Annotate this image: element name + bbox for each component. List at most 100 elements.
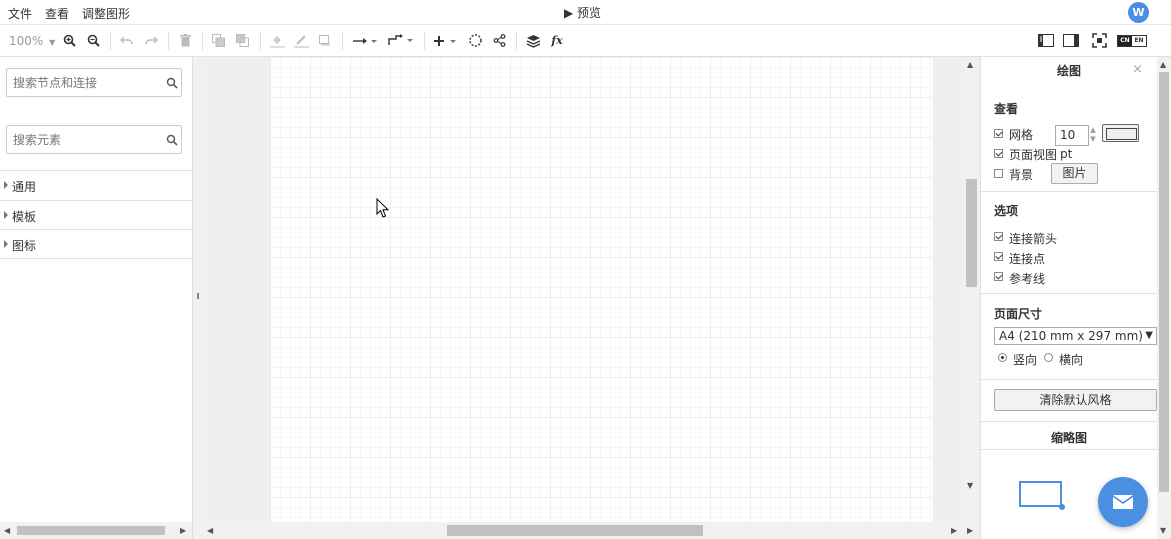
insert-icon[interactable] [432, 25, 460, 56]
menu-arrange[interactable]: 调整图形 [82, 5, 130, 22]
collapse-icon[interactable] [467, 25, 483, 56]
scrollbar-thumb[interactable] [966, 179, 977, 287]
preview-button[interactable]: ▶ 预览 [564, 4, 601, 21]
scroll-up-icon[interactable]: ▲ [1160, 60, 1166, 69]
toolbar-separator [168, 32, 169, 50]
connection-points-label: 连接点 [1009, 252, 1046, 266]
menu-bar: 文件 查看 调整图形 ▶ 预览 W [0, 0, 1171, 25]
menu-view[interactable]: 查看 [45, 5, 69, 22]
undo-icon[interactable] [118, 25, 134, 56]
waypoints-icon[interactable] [387, 25, 415, 56]
landscape-radio[interactable] [1044, 353, 1053, 362]
fullscreen-icon[interactable] [1090, 25, 1108, 56]
connection-arrows-checkbox[interactable] [994, 232, 1003, 241]
scroll-right-icon[interactable]: ▶ [951, 526, 957, 535]
chevron-down-icon: ▼ [1145, 330, 1153, 341]
search-shapes-input[interactable] [7, 69, 157, 96]
outline-panel-icon[interactable] [1062, 25, 1080, 56]
layers-icon[interactable] [524, 25, 542, 56]
paper-size-value: A4 (210 mm x 297 mm) [999, 329, 1143, 343]
divider [981, 191, 1157, 192]
fill-color-icon[interactable] [268, 25, 286, 56]
view-heading: 查看 [994, 102, 1019, 116]
share-icon[interactable] [491, 25, 507, 56]
divider [981, 379, 1157, 380]
paper-size-select[interactable]: A4 (210 mm x 297 mm) ▼ [994, 327, 1157, 345]
left-horizontal-scrollbar[interactable]: ◀ ▶ [0, 522, 192, 539]
scrollbar-thumb[interactable] [17, 526, 165, 535]
scroll-left-icon[interactable]: ◀ [207, 526, 213, 535]
to-front-icon[interactable] [210, 25, 226, 56]
outline-resize-handle[interactable] [1059, 504, 1065, 510]
portrait-radio[interactable] [998, 353, 1007, 362]
portrait-label: 竖向 [1013, 353, 1038, 367]
formula-icon[interactable]: fx [548, 25, 566, 56]
search-icon[interactable] [166, 134, 178, 146]
page-view-label: 页面视图 [1009, 148, 1058, 162]
lang-cn: CN [1118, 35, 1132, 46]
zoom-dropdown[interactable]: 100% ▼ [9, 34, 55, 48]
to-back-icon[interactable] [234, 25, 250, 56]
connection-arrows-label: 连接箭头 [1009, 232, 1058, 246]
scrollbar-thumb[interactable] [1159, 72, 1169, 492]
toolbar-separator [110, 32, 111, 50]
toolbar-separator [516, 32, 517, 50]
library-label: 模板 [12, 210, 37, 224]
scroll-up-icon[interactable]: ▲ [967, 60, 973, 69]
close-icon[interactable]: × [1132, 62, 1143, 77]
scroll-down-icon[interactable]: ▼ [1160, 526, 1166, 535]
scroll-right-icon[interactable]: ▶ [967, 526, 973, 535]
panel-splitter[interactable] [193, 57, 203, 539]
toolbar-separator [424, 32, 425, 50]
zoom-value: 100% [9, 34, 44, 48]
format-panel-scrollbar[interactable]: ▲ ▼ [1157, 57, 1171, 539]
outline-viewport[interactable] [1019, 481, 1062, 507]
background-image-button[interactable]: 图片 [1051, 163, 1098, 184]
canvas-vertical-scrollbar[interactable]: ▲ ▼ ▶ [963, 57, 980, 539]
library-templates[interactable]: 模板 [0, 200, 192, 230]
redo-icon[interactable] [143, 25, 159, 56]
search-elements-input[interactable] [7, 126, 157, 153]
diagram-page[interactable] [270, 57, 933, 522]
clear-default-style-button[interactable]: 清除默认风格 [994, 389, 1157, 411]
search-elements-box [6, 125, 182, 154]
caret-right-icon [4, 240, 8, 248]
library-general[interactable]: 通用 [0, 170, 192, 200]
line-color-icon[interactable] [292, 25, 310, 56]
connection-icon[interactable] [351, 25, 379, 56]
scrollbar-thumb[interactable] [447, 525, 703, 536]
canvas-horizontal-scrollbar[interactable]: ◀ ▶ [203, 522, 963, 539]
shadow-icon[interactable] [317, 25, 333, 56]
page-view-checkbox[interactable] [994, 149, 1003, 158]
delete-icon[interactable] [177, 25, 193, 56]
page-size-heading: 页面尺寸 [994, 307, 1043, 321]
format-panel-icon[interactable] [1037, 25, 1055, 56]
connection-points-checkbox[interactable] [994, 252, 1003, 261]
grid-checkbox[interactable] [994, 129, 1003, 138]
background-label: 背景 [1009, 168, 1034, 182]
splitter-handle-icon[interactable] [197, 293, 199, 299]
language-toggle-icon[interactable]: CN EN [1116, 25, 1148, 56]
zoom-in-icon[interactable] [61, 25, 77, 56]
grid-size-stepper[interactable]: ▲ ▼ [1089, 126, 1097, 146]
search-shapes-box [6, 68, 182, 97]
grid-color-button[interactable] [1102, 124, 1139, 142]
landscape-label: 横向 [1059, 353, 1084, 367]
menu-file[interactable]: 文件 [8, 5, 32, 22]
scroll-down-icon[interactable]: ▼ [967, 481, 973, 490]
grid-size-input[interactable]: 10 pt [1055, 125, 1089, 161]
background-checkbox[interactable] [994, 169, 1003, 178]
format-panel: 绘图 × 查看 网格 10 pt ▲ ▼ 页面视图 背景 图片 选项 连接箭头 连… [980, 57, 1157, 539]
avatar[interactable]: W [1128, 2, 1149, 23]
zoom-out-icon[interactable] [85, 25, 101, 56]
grid-label: 网格 [1009, 128, 1034, 142]
scroll-right-icon[interactable]: ▶ [180, 526, 186, 535]
scroll-left-icon[interactable]: ◀ [4, 526, 10, 535]
options-heading: 选项 [994, 204, 1019, 218]
guides-checkbox[interactable] [994, 272, 1003, 281]
feedback-mail-button[interactable] [1098, 477, 1148, 527]
guides-label: 参考线 [1009, 272, 1046, 286]
diagram-canvas[interactable] [203, 57, 963, 522]
search-icon[interactable] [166, 77, 178, 89]
library-icons[interactable]: 图标 [0, 229, 192, 259]
